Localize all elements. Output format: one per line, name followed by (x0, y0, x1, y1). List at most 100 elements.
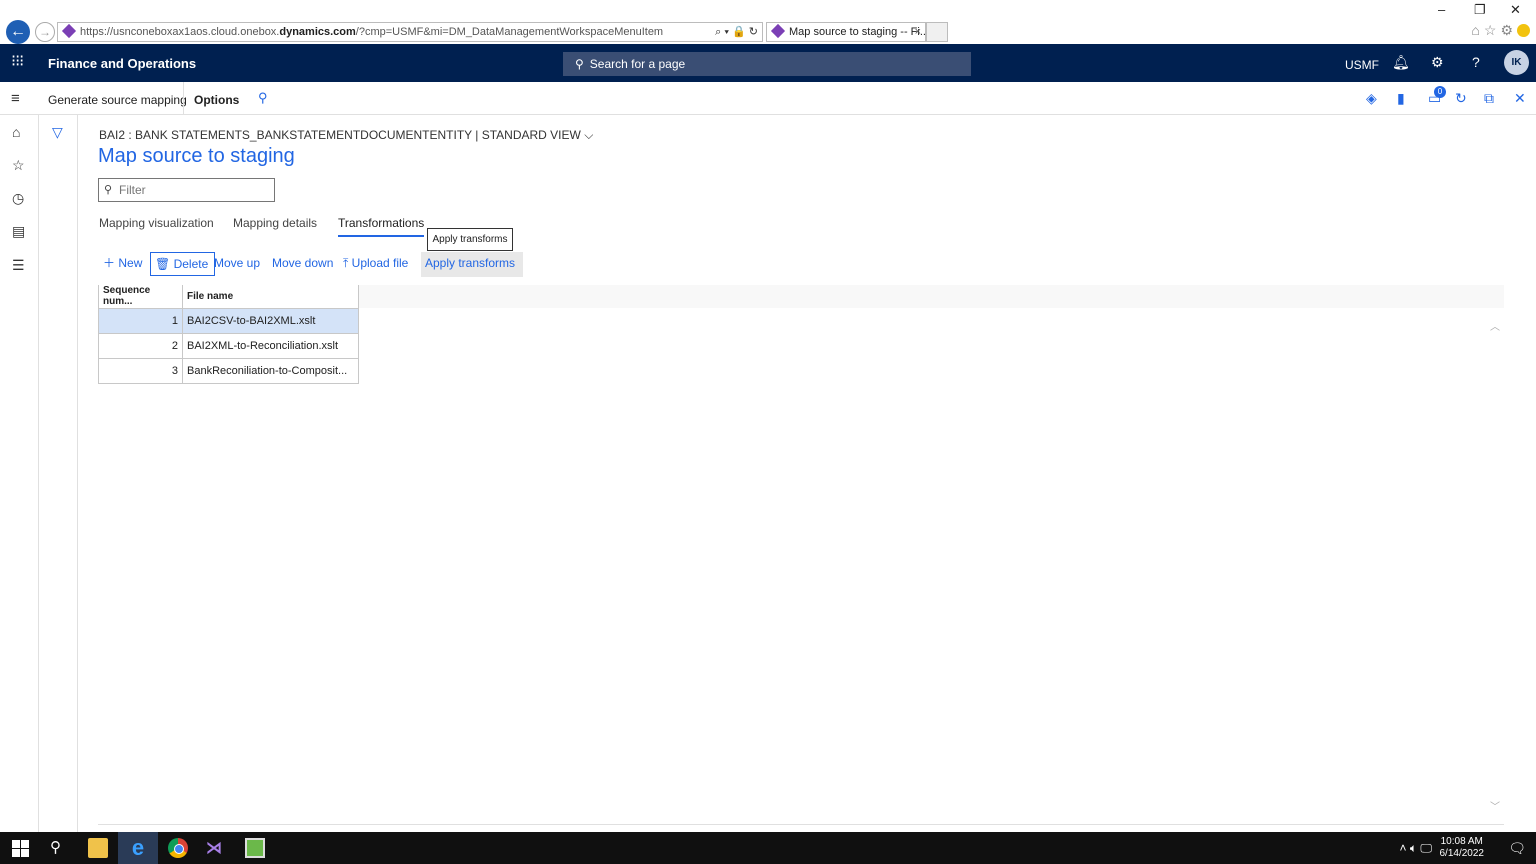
scroll-up-icon[interactable]: ︿ (1490, 318, 1500, 333)
system-tray-icons[interactable]: ˄ 🔈︎ 🖵︎ (1400, 841, 1432, 856)
tooltip: Apply transforms (427, 228, 513, 251)
grid-header-row: Sequence num... File name (98, 285, 359, 309)
tab-transformations[interactable]: Transformations (338, 216, 425, 237)
file-name-cell[interactable]: BankReconiliation-to-Composit... (182, 358, 359, 384)
apply-transforms-button[interactable]: Apply transforms (421, 252, 524, 277)
action-center-icon[interactable]: 🗨︎ (1508, 840, 1526, 857)
plus-icon: ＋ (103, 256, 116, 270)
avatar[interactable]: IK (1504, 50, 1529, 75)
app-title[interactable]: Finance and Operations (48, 56, 196, 71)
clock[interactable]: 10:08 AM 6/14/2022 (1440, 836, 1485, 860)
clock-time: 10:08 AM (1440, 836, 1483, 847)
close-icon[interactable]: × (915, 23, 921, 41)
hamburger-menu-icon[interactable]: ≡ (11, 90, 20, 107)
new-tab-button[interactable] (926, 22, 948, 42)
browser-chrome: ← → https://usnconeboxax1aos.cloud.onebo… (0, 0, 1536, 44)
upload-icon: ⤒ (343, 256, 349, 270)
app-launcher-icon[interactable]: ⁝⁝⁝ (11, 54, 24, 70)
home-icon[interactable]: ⌂ (1471, 22, 1483, 38)
move-down-button[interactable]: Move down (272, 252, 333, 276)
address-bar[interactable]: https://usnconeboxax1aos.cloud.onebox.dy… (57, 22, 763, 42)
back-arrow-icon[interactable]: ← (6, 20, 30, 44)
minimize-icon[interactable]: – (1438, 2, 1445, 17)
delete-button[interactable]: 🗑︎ Delete (150, 252, 216, 276)
table-row[interactable]: 1 BAI2CSV-to-BAI2XML.xslt (98, 308, 359, 334)
forward-arrow-icon[interactable]: → (35, 22, 55, 42)
window-close-icon[interactable]: ✕ (1510, 2, 1521, 18)
action-search-icon[interactable]: ⚲ (258, 90, 268, 106)
refresh-icon[interactable]: ↻ (1455, 90, 1467, 107)
bell-icon[interactable]: 🔔︎ (1392, 54, 1410, 71)
notepad-icon[interactable] (245, 838, 265, 858)
left-nav-pane: ⌂ ☆ ◷ ▤ ☰ (0, 115, 39, 832)
windows-taskbar: ⚲ e ⋊ ˄ 🔈︎ 🖵︎ 10:08 AM 6/14/2022 🗨︎ (0, 832, 1536, 864)
page-title: Map source to staging (98, 145, 295, 167)
company-picker[interactable]: USMF (1345, 58, 1379, 72)
delete-label: Delete (173, 257, 209, 271)
table-row[interactable]: 3 BankReconiliation-to-Composit... (98, 358, 359, 384)
file-name-cell[interactable]: BAI2XML-to-Reconciliation.xslt (182, 333, 359, 359)
visual-studio-icon[interactable]: ⋊ (206, 838, 226, 858)
breadcrumb[interactable]: BAI2 : BANK STATEMENTS_BANKSTATEMENTDOCU… (99, 128, 593, 143)
options-tab[interactable]: Options (194, 93, 239, 107)
new-button[interactable]: ＋ New (103, 252, 142, 276)
power-apps-icon[interactable]: ◈ (1366, 90, 1377, 107)
breadcrumb-text: BAI2 : BANK STATEMENTS_BANKSTATEMENTDOCU… (99, 128, 581, 142)
filter-funnel-icon[interactable]: ▽ (52, 124, 63, 141)
filter-pane-column: ▽ (39, 115, 78, 832)
sequence-cell[interactable]: 3 (98, 358, 183, 384)
column-header-sequence[interactable]: Sequence num... (98, 285, 183, 309)
file-explorer-icon[interactable] (88, 838, 108, 858)
file-name-cell[interactable]: BAI2CSV-to-BAI2XML.xslt (182, 308, 359, 334)
trash-icon: 🗑︎ (155, 257, 171, 271)
url-domain: dynamics.com (279, 26, 356, 38)
search-icon: ⚲ (575, 57, 584, 71)
new-label: New (118, 256, 143, 270)
tab-mapping-visualization[interactable]: Mapping visualization (99, 216, 214, 230)
site-icon (61, 23, 77, 39)
upload-file-button[interactable]: ⤒ Upload file (343, 252, 408, 276)
address-bar-icons[interactable]: ⌕ ▾ 🔒 ↻ (715, 23, 758, 41)
modules-list-icon[interactable]: ☰ (12, 257, 25, 274)
sequence-cell[interactable]: 1 (98, 308, 183, 334)
restore-icon[interactable]: ❐ (1474, 2, 1486, 18)
recent-clock-icon[interactable]: ◷ (12, 190, 24, 207)
clock-date: 6/14/2022 (1439, 848, 1485, 859)
chevron-down-icon[interactable]: ⌵ (584, 128, 593, 142)
move-up-button[interactable]: Move up (214, 252, 260, 276)
close-icon[interactable]: ✕ (1514, 90, 1526, 107)
favorites-star-icon[interactable]: ☆ (12, 157, 25, 174)
browser-tools: ⌂☆⚙ (1471, 22, 1530, 39)
upload-label: Upload file (351, 256, 409, 270)
filter-input[interactable] (98, 178, 275, 202)
windows-start-icon[interactable] (10, 838, 30, 858)
gear-icon[interactable]: ⚙ (1431, 54, 1444, 71)
browser-tab[interactable]: Map source to staging -- Fi... × (766, 22, 926, 42)
url-suffix: /?cmp=USMF&mi=DM_DataManagementWorkspace… (355, 26, 664, 38)
chrome-icon[interactable] (168, 838, 188, 858)
tab-title: Map source to staging -- Fi... (789, 26, 926, 38)
taskbar-search-icon[interactable]: ⚲ (50, 838, 70, 858)
internet-explorer-icon[interactable]: e (118, 832, 158, 864)
tab-mapping-details[interactable]: Mapping details (233, 216, 317, 230)
scroll-down-icon[interactable]: ﹀ (1490, 798, 1500, 813)
column-header-file-name[interactable]: File name (182, 285, 359, 309)
favorites-star-icon[interactable]: ☆ (1484, 22, 1501, 38)
sequence-cell[interactable]: 2 (98, 333, 183, 359)
action-pane: ≡ Generate source mapping Options ⚲ ◈ ▮ … (0, 82, 1536, 115)
generate-source-mapping-button[interactable]: Generate source mapping (48, 93, 187, 107)
divider (183, 82, 184, 115)
grid-container: Sequence num... File name 1 BAI2CSV-to-B… (98, 285, 1504, 825)
table-row[interactable]: 2 BAI2XML-to-Reconciliation.xslt (98, 333, 359, 359)
open-new-window-icon[interactable]: ⧉ (1484, 90, 1494, 107)
office-icon[interactable]: ▮ (1397, 90, 1405, 107)
transformations-grid: Sequence num... File name 1 BAI2CSV-to-B… (98, 285, 359, 384)
url-prefix: https://usnconeboxax1aos.cloud.onebox. (80, 26, 280, 38)
search-placeholder: Search for a page (589, 57, 686, 71)
home-icon[interactable]: ⌂ (12, 124, 20, 140)
feedback-smiley-icon[interactable] (1517, 24, 1530, 37)
workspaces-icon[interactable]: ▤ (12, 223, 25, 240)
settings-gear-icon[interactable]: ⚙ (1500, 22, 1517, 38)
help-icon[interactable]: ? (1472, 54, 1480, 70)
global-search-box[interactable]: ⚲ Search for a page (563, 52, 971, 76)
